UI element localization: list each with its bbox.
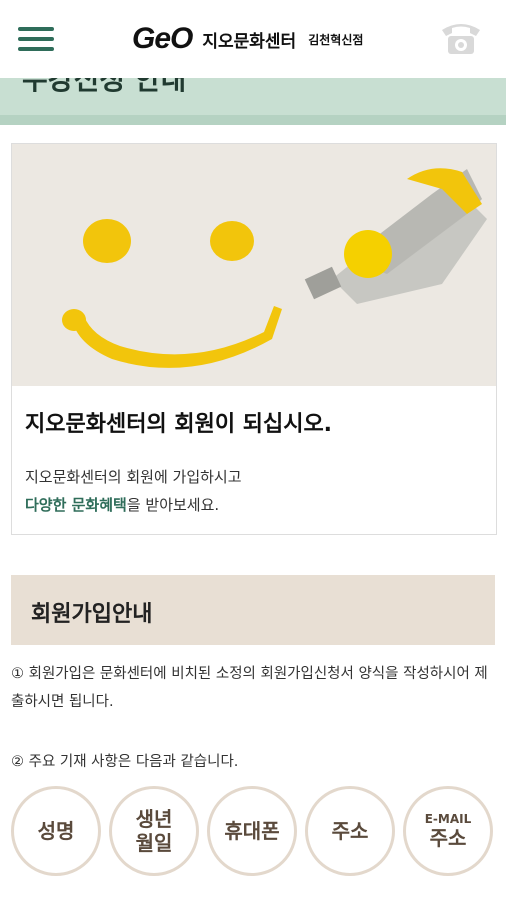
benefit-highlight: 다양한 문화혜택 [25,496,127,514]
card-text-line1: 지오문화센터의 회원에 가입하시고 [25,468,242,486]
app-header: GeO 지오문화센터 김천혁신점 [0,0,506,78]
section-title: 회원가입안내 [31,602,153,627]
telephone-icon[interactable] [438,16,484,58]
required-fields-list: 성명 생년 월일 휴대폰 주소 E-MAIL 주소 [11,786,506,882]
branch-name: 김천혁신점 [308,32,364,47]
field-phone-item: 휴대폰 [207,786,297,876]
signup-instructions: ① 회원가입은 문화센터에 비치된 소정의 회원가입신청서 양식을 작성하시어 … [11,666,488,710]
required-fields-intro: ② 주요 기재 사항은 다음과 같습니다. [11,754,239,770]
card-text-line2: 다양한 문화혜택을 받아보세요. [25,494,219,515]
brand-name: 지오문화센터 [202,31,297,52]
page-title-band: 수강신청 안내 [0,78,506,125]
logo-text: GeO [132,22,193,55]
field-email-item: E-MAIL 주소 [403,786,493,876]
page-title: 수강신청 안내 [22,78,187,96]
brand-logo[interactable]: GeO 지오문화센터 김천혁신점 [132,22,363,56]
card-heading: 지오문화센터의 회원이 되십시오. [25,412,333,437]
field-name-item: 성명 [11,786,101,876]
membership-card: 지오문화센터의 회원이 되십시오. 지오문화센터의 회원에 가입하시고 다양한 … [11,143,497,535]
yellow-smiley-paint-illustration [12,144,496,386]
hamburger-menu-icon[interactable] [18,27,54,51]
field-birthdate-item: 생년 월일 [109,786,199,876]
smiley-paint-image [12,144,496,386]
field-address-item: 주소 [305,786,395,876]
section-header: 회원가입안내 [11,575,495,645]
card-text-line2-rest: 을 받아보세요. [126,496,220,514]
